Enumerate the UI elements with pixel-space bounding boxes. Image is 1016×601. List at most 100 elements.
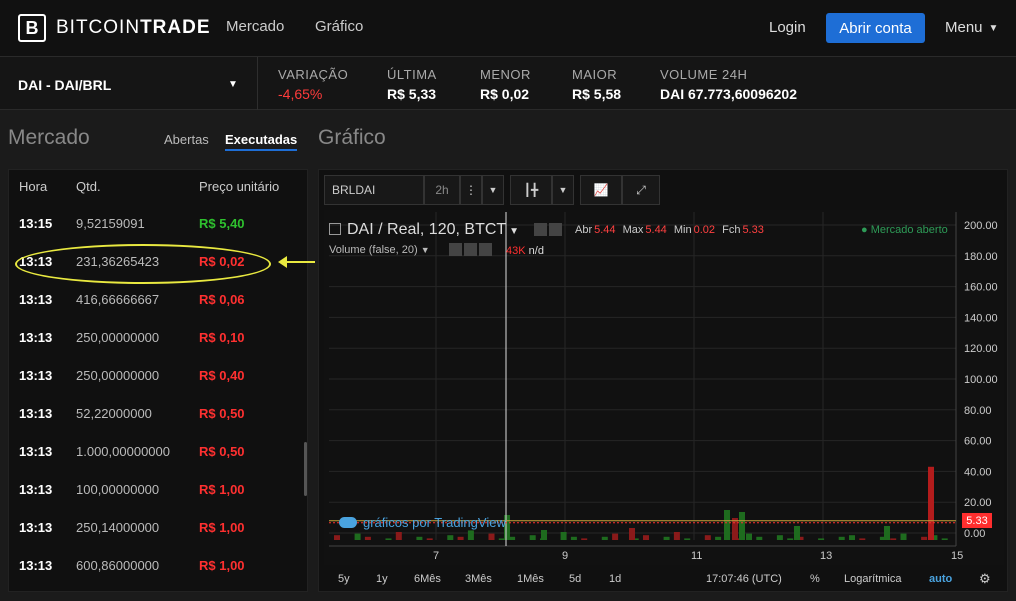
trade-price: R$ 0,06 — [199, 292, 245, 307]
table-row: 13:13 250,14000000 R$ 1,00 — [9, 509, 307, 547]
fullscreen-icon[interactable]: ⤢ — [622, 175, 660, 205]
caret-down-icon[interactable]: ▼ — [421, 245, 430, 255]
range-1m[interactable]: 1Mês — [517, 573, 544, 585]
brand-name-light: BITCOIN — [56, 17, 141, 38]
chart-legend: DAI / Real, 120, BTCT ▼ — [329, 221, 519, 239]
range-5d[interactable]: 5d — [569, 573, 581, 585]
trade-qty: 600,86000000 — [76, 558, 160, 573]
caret-down-icon[interactable]: ▼ — [509, 226, 519, 237]
eye-icon[interactable] — [449, 243, 462, 256]
percent-toggle[interactable]: % — [810, 573, 820, 585]
symbol-input[interactable]: BRLDAI — [324, 175, 424, 205]
market-title: Mercado — [8, 126, 90, 149]
tab-executed-orders[interactable]: Executadas — [225, 132, 298, 151]
trade-price: R$ 0,50 — [199, 444, 245, 459]
volume-bar — [570, 536, 577, 540]
stat-value: DAI 67.773,60096202 — [660, 86, 797, 102]
close-icon[interactable] — [479, 243, 492, 256]
volume-bar — [488, 533, 495, 540]
caret-down-icon: ▼ — [988, 22, 999, 34]
stat-label: VARIAÇÃO — [278, 67, 349, 82]
stat-low: MENOR R$ 0,02 — [480, 67, 531, 102]
open-account-button[interactable]: Abrir conta — [826, 13, 925, 43]
nav-grafico[interactable]: Gráfico — [315, 18, 363, 35]
price-chart[interactable]: 200.00 180.00 160.00 140.00 120.00 100.00 80.0… — [324, 210, 1004, 565]
trade-price: R$ 1,00 — [199, 482, 245, 497]
caret-down-icon[interactable]: ▼ — [482, 175, 504, 205]
volume-bar — [673, 532, 680, 540]
table-row: 13:13 100,00000000 R$ 1,00 — [9, 471, 307, 509]
volume-bar — [426, 538, 433, 540]
volume-number: 43K — [506, 245, 526, 257]
table-row: 13:13 600,86000000 R$ 1,00 — [9, 547, 307, 585]
y-tick-label: 160.00 — [964, 282, 998, 294]
pair-selector[interactable]: DAI - DAI/BRL ▼ — [0, 57, 258, 110]
ohlc-open-label: Abr — [575, 224, 593, 236]
login-link[interactable]: Login — [769, 19, 806, 36]
volume-bar — [941, 538, 948, 540]
x-tick-label: 9 — [562, 550, 568, 562]
y-tick-label: 60.00 — [964, 436, 992, 448]
volume-bar — [643, 535, 649, 540]
table-row: 13:13 250,00000000 R$ 0,40 — [9, 357, 307, 395]
last-price-marker: 5.33 — [962, 513, 992, 528]
volume-bar — [746, 533, 752, 540]
volume-bar — [612, 533, 619, 540]
nav-mercado[interactable]: Mercado — [226, 18, 284, 35]
y-tick-label: 180.00 — [964, 251, 998, 263]
trade-qty: 52,22000000 — [76, 406, 152, 421]
settings-icon[interactable] — [464, 243, 477, 256]
settings-icon[interactable] — [549, 223, 562, 236]
range-6m[interactable]: 6Mês — [414, 573, 441, 585]
eye-icon[interactable] — [534, 223, 547, 236]
table-row: 13:13 1.000,00000000 R$ 0,50 — [9, 433, 307, 471]
trade-time: 13:15 — [19, 216, 53, 231]
collapse-icon[interactable] — [329, 223, 341, 235]
brand-logo[interactable]: B BITCOINTRADE — [18, 14, 211, 42]
volume-bar — [334, 535, 340, 540]
top-navbar: B BITCOINTRADE Mercado Gráfico Login Abr… — [0, 0, 1016, 56]
menu-dropdown[interactable]: Menu ▼ — [945, 19, 998, 36]
volume-bar — [684, 538, 691, 540]
scrollbar[interactable] — [304, 442, 307, 496]
gear-icon[interactable]: ⚙ — [979, 571, 991, 587]
interval-button[interactable]: 2h — [424, 175, 460, 205]
annotation-ellipse — [15, 244, 271, 284]
volume-bar — [849, 535, 855, 540]
volume-bar — [859, 538, 866, 540]
range-1d[interactable]: 1d — [609, 573, 621, 585]
y-tick-label: 40.00 — [964, 466, 992, 478]
y-tick-label: 140.00 — [964, 312, 998, 324]
trade-qty: 9,52159091 — [76, 216, 145, 231]
range-5y[interactable]: 5y — [338, 573, 350, 585]
volume-bar — [776, 535, 783, 540]
volume-bar — [457, 536, 464, 540]
volume-bar — [447, 535, 454, 540]
ohlc-high: 5.44 — [645, 224, 667, 236]
tradingview-label: gráficos por TradingView — [363, 515, 506, 530]
log-toggle[interactable]: Logarítmica — [844, 573, 901, 585]
auto-toggle[interactable]: auto — [929, 573, 952, 585]
tradingview-credit[interactable]: gráficos por TradingView — [339, 515, 506, 530]
ohlc-close: 5.33 — [742, 224, 764, 236]
range-3m[interactable]: 3Mês — [465, 573, 492, 585]
volume-bar — [715, 536, 722, 540]
col-header-qty: Qtd. — [76, 179, 101, 194]
table-row: 13:13 52,22000000 R$ 0,50 — [9, 395, 307, 433]
volume-bar — [364, 536, 371, 540]
volume-bar — [529, 535, 536, 540]
trades-table: Hora Qtd. Preço unitário 13:15 9,52159091… — [8, 169, 308, 592]
volume-bar — [467, 530, 474, 540]
x-tick-label: 11 — [691, 550, 702, 562]
legend-icons — [534, 223, 564, 241]
volume-bar — [663, 536, 670, 540]
range-1y[interactable]: 1y — [376, 573, 388, 585]
trade-time: 13:13 — [19, 558, 53, 573]
more-icon[interactable]: ⋮ — [460, 175, 482, 205]
candlestick-icon[interactable]: ┃╋ — [510, 175, 552, 205]
caret-down-icon[interactable]: ▼ — [552, 175, 574, 205]
indicators-icon[interactable]: 📈 — [580, 175, 622, 205]
volume-bar — [560, 532, 567, 540]
tab-open-orders[interactable]: Abertas — [164, 132, 209, 147]
y-tick-label: 20.00 — [964, 497, 992, 509]
